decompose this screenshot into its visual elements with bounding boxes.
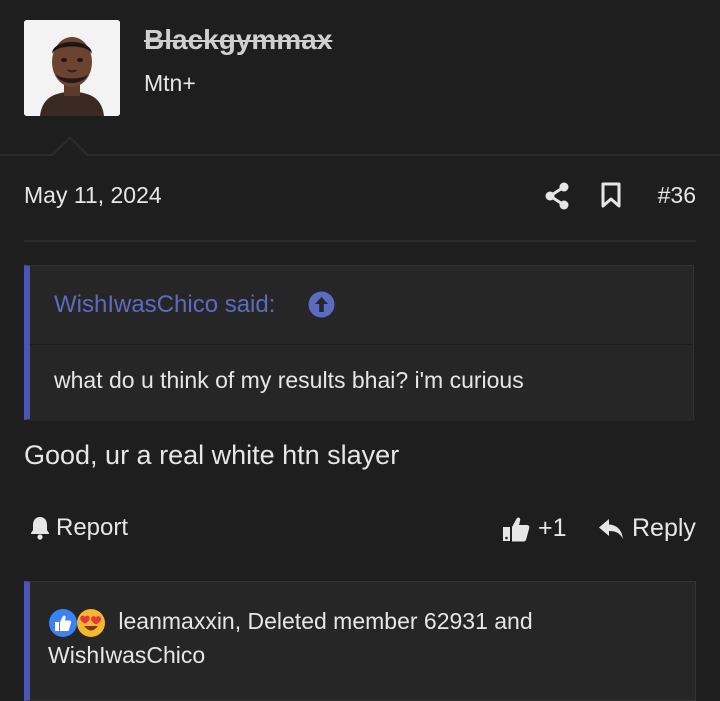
thumbs-up-icon — [503, 517, 530, 541]
quote-author-link[interactable]: WishIwasChico said: — [54, 291, 275, 319]
share-icon[interactable] — [544, 182, 570, 210]
post-date[interactable]: May 11, 2024 — [24, 182, 162, 209]
like-button[interactable]: +1 — [502, 514, 567, 543]
like-label: +1 — [538, 514, 567, 542]
reactions-users[interactable]: leanmaxxin, Deleted member 62931 and Wis… — [48, 608, 533, 668]
post-actions-bar: Report +1 Reply — [0, 508, 720, 552]
quote-header: WishIwasChico said: — [30, 266, 693, 345]
bell-icon — [31, 517, 49, 540]
reactions-summary: leanmaxxin, Deleted member 62931 and Wis… — [48, 604, 668, 672]
author-username[interactable]: Blackgymmax — [144, 24, 332, 56]
header-pointer-inner — [52, 139, 88, 157]
post-number-link[interactable]: #36 — [658, 182, 696, 209]
bookmark-icon[interactable] — [600, 182, 622, 208]
avatar-photo-icon — [24, 20, 120, 116]
reactions-bar[interactable]: leanmaxxin, Deleted member 62931 and Wis… — [24, 581, 696, 701]
arrow-up-circle-icon[interactable] — [308, 291, 335, 318]
reply-button[interactable]: Reply — [598, 514, 696, 543]
reply-label: Reply — [632, 514, 696, 542]
quote-content: what do u think of my results bhai? i'm … — [30, 345, 693, 421]
report-label: Report — [56, 514, 129, 541]
user-avatar[interactable] — [24, 20, 120, 116]
post-author-header: Blackgymmax Mtn+ — [0, 0, 720, 156]
quote-block: WishIwasChico said: what do u think of m… — [24, 265, 694, 421]
like-reaction-icon[interactable] — [48, 608, 78, 638]
post-meta-bar: May 11, 2024 #36 — [24, 168, 696, 242]
reply-arrow-icon — [599, 518, 623, 539]
love-reaction-icon[interactable] — [76, 608, 106, 638]
post-body-text: Good, ur a real white htn slayer — [24, 440, 400, 470]
author-user-title: Mtn+ — [144, 70, 196, 96]
report-button[interactable]: Report — [30, 514, 128, 542]
quote-text: what do u think of my results bhai? i'm … — [54, 367, 524, 393]
